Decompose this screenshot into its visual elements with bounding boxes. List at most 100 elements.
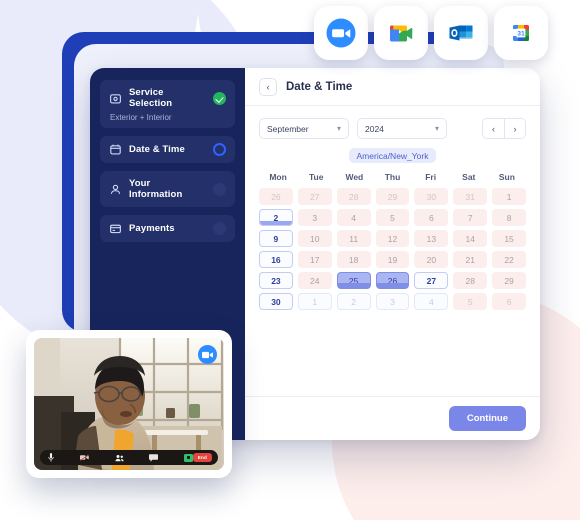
sidebar-item-payments[interactable]: Payments — [100, 215, 235, 242]
calendar-day-label: 30 — [271, 296, 281, 307]
calendar-day[interactable]: 17 — [297, 251, 332, 268]
calendar-day[interactable]: 12 — [375, 230, 410, 247]
card-icon — [109, 222, 122, 235]
calendar-day-label: 7 — [467, 212, 473, 223]
calendar-day[interactable]: 6 — [492, 293, 526, 310]
availability-bar — [376, 283, 409, 288]
chat-icon[interactable] — [149, 453, 159, 462]
calendar-day[interactable]: 26 — [259, 188, 293, 205]
calendar-day[interactable]: 22 — [492, 251, 526, 268]
calendar-day[interactable]: 27 — [414, 272, 449, 289]
calendar-day-label: 31 — [465, 191, 475, 202]
month-select[interactable]: September ▾ — [259, 118, 349, 139]
calendar-day-label: 29 — [504, 275, 514, 286]
calendar-day[interactable]: 28 — [336, 188, 371, 205]
calendar-day[interactable]: 29 — [375, 188, 410, 205]
outlook-icon[interactable] — [434, 6, 488, 60]
calendar-day-label: 8 — [506, 212, 512, 223]
video-camera-icon — [198, 345, 217, 364]
calendar-day[interactable]: 21 — [453, 251, 488, 268]
calendar-day[interactable]: 30 — [259, 293, 293, 310]
zoom-icon[interactable] — [314, 6, 368, 60]
continue-button[interactable]: Continue — [448, 406, 526, 431]
booking-content-pane: ‹ Date & Time September ▾ 2024 ▾ ‹ › Ame… — [245, 68, 540, 440]
calendar-day-label: 15 — [504, 233, 514, 244]
participants-icon[interactable] — [115, 453, 124, 462]
sidebar-item-service-selection[interactable]: Service Selection Exterior + Interior — [100, 80, 235, 128]
calendar-day-number: 31 — [517, 30, 525, 37]
next-month-button[interactable]: › — [504, 119, 525, 138]
calendar-day[interactable]: 26 — [375, 272, 410, 289]
calendar-day[interactable]: 3 — [297, 209, 332, 226]
integration-icons: 31 — [314, 6, 548, 60]
video-call-toolbar: End — [40, 450, 218, 465]
calendar-day-label: 6 — [428, 212, 434, 223]
share-screen-icon[interactable] — [183, 453, 193, 462]
calendar-day[interactable]: 6 — [414, 209, 449, 226]
calendar-day[interactable]: 27 — [297, 188, 332, 205]
calendar-day[interactable]: 9 — [259, 230, 293, 247]
calendar-day[interactable]: 1 — [492, 188, 526, 205]
calendar-day-label: 3 — [312, 212, 318, 223]
calendar-day[interactable]: 16 — [259, 251, 293, 268]
calendar-day[interactable]: 2 — [259, 209, 293, 226]
video-camera-off-icon[interactable] — [80, 453, 90, 462]
calendar-day[interactable]: 18 — [336, 251, 371, 268]
prev-month-button[interactable]: ‹ — [483, 119, 504, 138]
sidebar-item-label: Payments — [129, 223, 175, 234]
status-badge-complete — [213, 91, 226, 105]
calendar-day[interactable]: 13 — [414, 230, 449, 247]
pane-footer: Continue — [245, 396, 540, 440]
calendar-day[interactable]: 23 — [259, 272, 293, 289]
back-button[interactable]: ‹ — [259, 77, 277, 96]
calendar-day[interactable]: 5 — [375, 209, 410, 226]
calendar-day[interactable]: 7 — [453, 209, 488, 226]
calendar-icon — [109, 143, 122, 156]
calendar-day[interactable]: 4 — [414, 293, 449, 310]
calendar-day[interactable]: 19 — [375, 251, 410, 268]
calendar-day[interactable]: 3 — [375, 293, 410, 310]
calendar-day[interactable]: 31 — [453, 188, 488, 205]
calendar-day[interactable]: 20 — [414, 251, 449, 268]
calendar-day-label: 1 — [506, 191, 512, 202]
calendar-day[interactable]: 1 — [297, 293, 332, 310]
calendar-day[interactable]: 14 — [453, 230, 488, 247]
end-call-button[interactable]: End — [192, 453, 213, 462]
calendar-grid: 26 27 28 29 30 31 1 2 3 4 5 6 7 8 9 10 11 12 13 14 15 16 17 18 1… — [259, 188, 526, 310]
person-icon — [109, 183, 122, 196]
mic-icon[interactable] — [46, 453, 55, 462]
calendar-day[interactable]: 8 — [492, 209, 526, 226]
calendar-day[interactable]: 30 — [414, 188, 449, 205]
calendar-day[interactable]: 28 — [453, 272, 488, 289]
calendar-day-label: 2 — [351, 296, 356, 307]
calendar-day[interactable]: 25 — [336, 272, 371, 289]
sidebar-item-your-information[interactable]: Your Information — [100, 171, 235, 207]
google-calendar-icon[interactable]: 31 — [494, 6, 548, 60]
calendar-day[interactable]: 4 — [336, 209, 371, 226]
sidebar-item-date-time[interactable]: Date & Time — [100, 136, 235, 163]
timezone-badge[interactable]: America/New_York — [348, 148, 437, 163]
calendar-body: September ▾ 2024 ▾ ‹ › America/New_York — [245, 106, 540, 396]
calendar-day[interactable]: 10 — [297, 230, 332, 247]
calendar-day-label: 4 — [428, 296, 434, 307]
sidebar-item-label: Your Information — [129, 178, 183, 200]
calendar-day[interactable]: 2 — [336, 293, 371, 310]
google-meet-icon[interactable] — [374, 6, 428, 60]
calendar-day-label: 14 — [465, 233, 475, 244]
calendar-day-label: 23 — [271, 275, 281, 286]
year-select[interactable]: 2024 ▾ — [357, 118, 447, 139]
calendar-day[interactable]: 29 — [492, 272, 526, 289]
calendar-day[interactable]: 24 — [297, 272, 332, 289]
calendar-day-label: 11 — [349, 233, 359, 244]
calendar-day-label: 27 — [426, 275, 437, 286]
calendar-day-label: 16 — [271, 254, 281, 265]
calendar-day-label: 26 — [271, 191, 281, 202]
weekday-label: Sun — [498, 172, 515, 182]
status-badge-current — [213, 143, 226, 156]
month-nav: ‹ › — [482, 118, 526, 139]
calendar-day-label: 29 — [387, 191, 398, 202]
calendar-day-label: 22 — [504, 254, 514, 265]
calendar-day[interactable]: 15 — [492, 230, 526, 247]
calendar-day[interactable]: 11 — [336, 230, 371, 247]
calendar-day[interactable]: 5 — [453, 293, 488, 310]
